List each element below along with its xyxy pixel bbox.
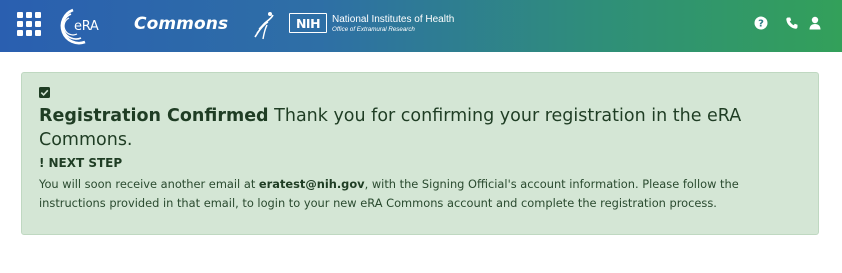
help-icon[interactable]: ? [754, 16, 768, 30]
user-icon[interactable] [808, 16, 822, 30]
body-text-before-email: You will soon receive another email at [39, 177, 259, 191]
alert-title-strong: Registration Confirmed [39, 106, 269, 126]
phone-icon[interactable] [785, 16, 799, 30]
alert-title: Registration Confirmed Thank you for con… [39, 104, 779, 152]
svg-text:?: ? [758, 19, 764, 30]
next-step-label: NEXT STEP [48, 156, 123, 170]
exclamation-icon: ! [39, 156, 45, 170]
nih-office: Office of Extramural Research [332, 26, 415, 33]
era-logo-text: eRA [74, 19, 99, 34]
check-square-icon [39, 87, 50, 98]
nih-logo[interactable]: NIH [289, 13, 327, 33]
top-navigation-bar: eRA Commons NIH National Institutes of H… [0, 0, 842, 52]
apps-grid-icon[interactable] [17, 12, 43, 38]
hhs-eagle-icon [254, 12, 274, 40]
next-step-heading: ! NEXT STEP [39, 156, 122, 170]
registration-confirmed-alert: Registration Confirmed Thank you for con… [21, 72, 819, 235]
app-name: Commons [134, 14, 229, 34]
nih-name: National Institutes of Health [332, 14, 455, 25]
email-address: eratest@nih.gov [258, 177, 365, 191]
alert-body-text: You will soon receive another email at e… [39, 175, 779, 213]
era-logo[interactable]: eRA [55, 6, 109, 46]
